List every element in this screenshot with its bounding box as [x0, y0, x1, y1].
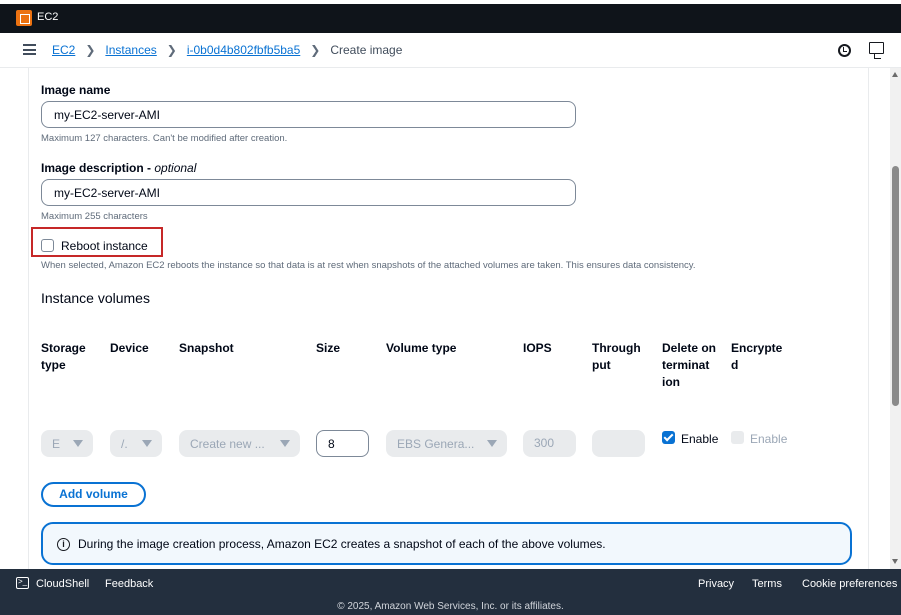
breadcrumb-current: Create image: [330, 43, 403, 57]
chevron-right-icon: ❯: [166, 43, 177, 57]
add-volume-button[interactable]: Add volume: [41, 482, 146, 507]
scroll-down-arrow-icon[interactable]: [892, 559, 898, 564]
breadcrumb-ec2[interactable]: EC2: [52, 43, 75, 57]
reboot-hint: When selected, Amazon EC2 reboots the in…: [41, 260, 696, 271]
scrollbar-thumb[interactable]: [892, 166, 899, 406]
caret-down-icon: [142, 440, 152, 447]
instance-volumes-title: Instance volumes: [41, 290, 150, 306]
feedback-link[interactable]: Feedback: [105, 578, 153, 590]
caret-down-icon: [487, 440, 497, 447]
main-content: Image name Maximum 127 characters. Can't…: [0, 68, 890, 569]
breadcrumb-bar: EC2 ❯ Instances ❯ i-0b0d4b802fbfb5ba5 ❯ …: [0, 33, 901, 68]
image-name-input[interactable]: [41, 101, 576, 128]
hamburger-menu-icon[interactable]: [23, 44, 36, 55]
col-throughput: Through put: [592, 341, 641, 372]
chevron-right-icon: ❯: [310, 43, 321, 57]
col-device: Device: [110, 341, 149, 355]
chevron-right-icon: ❯: [85, 43, 96, 57]
panel-border-left: [28, 68, 29, 569]
col-iops: IOPS: [523, 341, 552, 355]
volume-type-select[interactable]: EBS Genera...: [386, 430, 507, 457]
image-description-hint: Maximum 255 characters: [41, 211, 148, 222]
iops-input[interactable]: 300: [523, 430, 576, 457]
ec2-service-icon[interactable]: [16, 10, 32, 26]
col-delete-on-termination: Delete on terminat ion: [662, 341, 717, 389]
cloudshell-link[interactable]: CloudShell: [36, 578, 89, 590]
col-size: Size: [316, 341, 341, 355]
size-input[interactable]: [316, 430, 369, 457]
feedback-icon[interactable]: [869, 42, 884, 59]
image-description-input[interactable]: [41, 179, 576, 206]
delete-on-termination-checkbox[interactable]: [662, 431, 675, 444]
reboot-instance-label[interactable]: Reboot instance: [61, 239, 148, 253]
image-name-label: Image name: [41, 83, 111, 97]
cloudshell-icon[interactable]: >_: [16, 577, 29, 589]
alert-text: During the image creation process, Amazo…: [78, 537, 606, 551]
image-name-hint: Maximum 127 characters. Can't be modifie…: [41, 133, 288, 144]
reboot-instance-checkbox[interactable]: [41, 239, 54, 252]
info-alert: i During the image creation process, Ama…: [41, 522, 852, 565]
col-volume-type: Volume type: [386, 341, 457, 355]
optional-text: optional: [154, 161, 197, 175]
page-scrollbar[interactable]: [890, 68, 901, 569]
col-storage-type: Storage type: [41, 341, 86, 372]
image-description-label: Image description - optional: [41, 161, 197, 175]
caret-down-icon: [73, 440, 83, 447]
info-icon: i: [57, 538, 70, 551]
snapshot-select[interactable]: Create new ...: [179, 430, 300, 457]
service-name[interactable]: EC2: [37, 11, 58, 23]
cookie-preferences-link[interactable]: Cookie preferences: [802, 578, 897, 590]
top-navigation-bar: EC2: [0, 0, 901, 33]
notifications-icon[interactable]: [838, 44, 851, 57]
encrypted-checkbox: [731, 431, 744, 444]
encrypted-label: Enable: [750, 432, 788, 446]
panel-border-right: [868, 68, 869, 569]
footer: >_ CloudShell Feedback Privacy Terms Coo…: [0, 569, 901, 615]
caret-down-icon: [280, 440, 290, 447]
breadcrumb-instances[interactable]: Instances: [105, 43, 156, 57]
throughput-input[interactable]: [592, 430, 645, 457]
breadcrumb-instance-id[interactable]: i-0b0d4b802fbfb5ba5: [187, 43, 300, 57]
col-encrypted: Encrypte d: [731, 341, 783, 372]
copyright-text: © 2025, Amazon Web Services, Inc. or its…: [337, 601, 564, 612]
col-snapshot: Snapshot: [179, 341, 234, 355]
breadcrumb: EC2 ❯ Instances ❯ i-0b0d4b802fbfb5ba5 ❯ …: [52, 43, 402, 57]
device-select[interactable]: /.: [110, 430, 162, 457]
privacy-link[interactable]: Privacy: [698, 578, 734, 590]
delete-on-termination-label: Enable: [681, 432, 719, 446]
terms-link[interactable]: Terms: [752, 578, 782, 590]
scroll-up-arrow-icon[interactable]: [892, 72, 898, 77]
storage-type-select[interactable]: E: [41, 430, 93, 457]
